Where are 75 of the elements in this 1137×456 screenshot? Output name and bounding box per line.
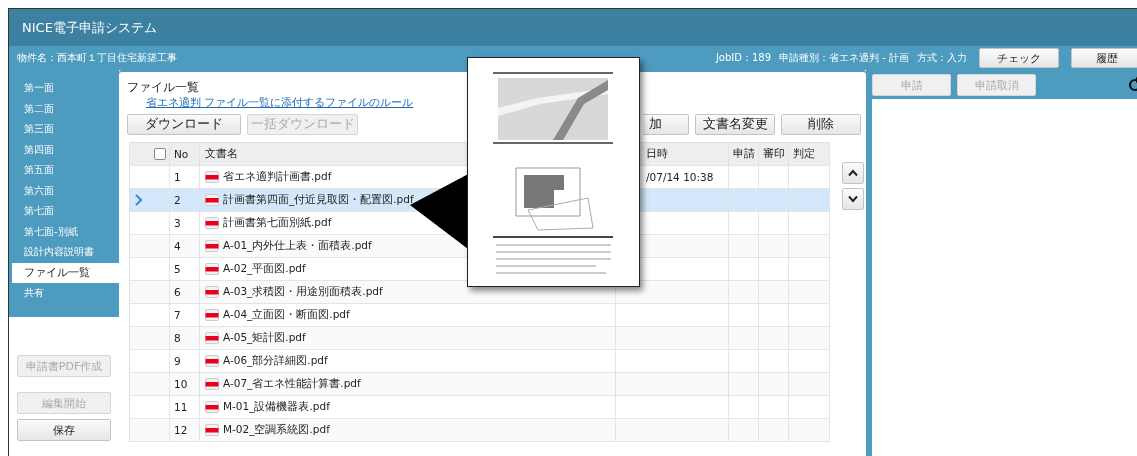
table-cell: A-03_求積図・用途別面積表.pdf xyxy=(223,285,383,299)
table-cell: A-07_省エネ性能計算書.pdf xyxy=(223,377,361,391)
table-cell: 6 xyxy=(174,286,181,298)
table-cell: 計画書第四面_付近見取図・配置図.pdf xyxy=(223,193,414,207)
table-cell: 10 xyxy=(174,378,188,390)
toolbar-button[interactable]: 加 xyxy=(643,114,689,135)
pdf-file-icon xyxy=(205,171,219,183)
sidebar-item[interactable]: 第一面 xyxy=(12,78,119,99)
table-cell: M-01_設備機器表.pdf xyxy=(223,400,330,414)
table-cell: 2 xyxy=(174,194,181,206)
header-button[interactable]: チェック xyxy=(979,48,1059,68)
sidebar-item[interactable]: 共有 xyxy=(12,283,119,304)
sidebar-item[interactable]: 第七面-別紙 xyxy=(12,221,119,242)
table-cell: 8 xyxy=(174,332,181,344)
table-cell: A-04_立面図・断面図.pdf xyxy=(223,308,350,322)
table-row[interactable]: 11 M-01_設備機器表.pdf xyxy=(130,396,830,419)
table-cell: 計画書第七面別紙.pdf xyxy=(223,216,332,230)
table-cell: A-02_平面図.pdf xyxy=(223,262,306,276)
sidebar-item[interactable]: 第五面 xyxy=(12,160,119,181)
sidebar-item[interactable]: ファイル一覧 xyxy=(12,262,119,283)
table-row[interactable]: 10 A-07_省エネ性能計算書.pdf xyxy=(130,373,830,396)
job-info: 申請種別：省エネ適判 - 計画 xyxy=(779,51,909,65)
table-cell: 11 xyxy=(174,401,188,413)
table-cell: 1 xyxy=(174,171,181,183)
table-row[interactable]: 7 A-04_立面図・断面図.pdf xyxy=(130,304,830,327)
table-cell: M-02_空調系統図.pdf xyxy=(223,423,330,437)
table-cell: 12 xyxy=(174,424,188,436)
select-all-checkbox[interactable] xyxy=(154,148,166,160)
pdf-file-icon xyxy=(205,286,219,298)
sidebar-item[interactable]: 第六面 xyxy=(12,180,119,201)
move-up-button[interactable] xyxy=(842,162,864,184)
pdf-file-icon xyxy=(205,240,219,252)
table-cell: 9 xyxy=(174,355,181,367)
table-cell: 7 xyxy=(174,309,181,321)
project-name: 物件名：西本町１丁目住宅新築工事 xyxy=(17,51,177,65)
move-down-button[interactable] xyxy=(842,188,864,210)
toolbar-button[interactable]: 文書名変更 xyxy=(695,114,775,135)
table-row[interactable]: 9 A-06_部分詳細図.pdf xyxy=(130,350,830,373)
pdf-file-icon xyxy=(205,378,219,390)
caret-up-icon xyxy=(848,169,858,177)
pdf-file-icon xyxy=(205,194,219,206)
table-cell: 3 xyxy=(174,217,181,229)
job-info: JobID：189 xyxy=(715,51,772,65)
header-button[interactable]: 履歴 xyxy=(1071,48,1137,68)
table-cell: A-01_内外仕上表・面積表.pdf xyxy=(223,239,372,253)
table-cell: A-05_矩計図.pdf xyxy=(223,331,306,345)
table-cell: 省エネ適判計画書.pdf xyxy=(223,170,332,184)
sidebar-item[interactable]: 第三面 xyxy=(12,119,119,140)
caret-down-icon xyxy=(848,195,858,203)
pdf-file-icon xyxy=(205,424,219,436)
pdf-file-icon xyxy=(205,217,219,229)
sidebar-action-button[interactable]: 保存 xyxy=(17,419,111,441)
table-cell: /07/14 10:38 xyxy=(646,171,714,183)
sidebar-item[interactable]: 設計内容説明書 xyxy=(12,242,119,263)
table-row[interactable]: 8 A-05_矩計図.pdf xyxy=(130,327,830,350)
sidebar-item[interactable]: 第四面 xyxy=(12,139,119,160)
table-row[interactable]: 6 A-03_求積図・用途別面積表.pdf xyxy=(130,281,830,304)
sidebar-item[interactable]: 第七面 xyxy=(12,201,119,222)
sidebar-item[interactable]: 第二面 xyxy=(12,98,119,119)
chevron-right-icon xyxy=(134,194,143,206)
pdf-file-icon xyxy=(205,263,219,275)
pdf-file-icon xyxy=(205,309,219,321)
app-title: NICE電子申請システム xyxy=(22,18,157,37)
rules-link[interactable]: 省エネ適判 ファイル一覧に添付するファイルのルール xyxy=(146,96,414,109)
table-cell: A-06_部分詳細図.pdf xyxy=(223,354,328,368)
table-cell: 4 xyxy=(174,240,181,252)
table-row[interactable]: 12 M-02_空調系統図.pdf xyxy=(130,419,830,442)
toolbar-button[interactable]: ダウンロード xyxy=(127,114,241,135)
toolbar-button[interactable]: 削除 xyxy=(781,114,861,135)
job-info: 方式：入力 xyxy=(917,51,967,65)
table-cell: 5 xyxy=(174,263,181,275)
pdf-file-icon xyxy=(205,332,219,344)
panel-title: ファイル一覧 xyxy=(127,79,200,96)
pdf-file-icon xyxy=(205,355,219,367)
pdf-file-icon xyxy=(205,401,219,413)
